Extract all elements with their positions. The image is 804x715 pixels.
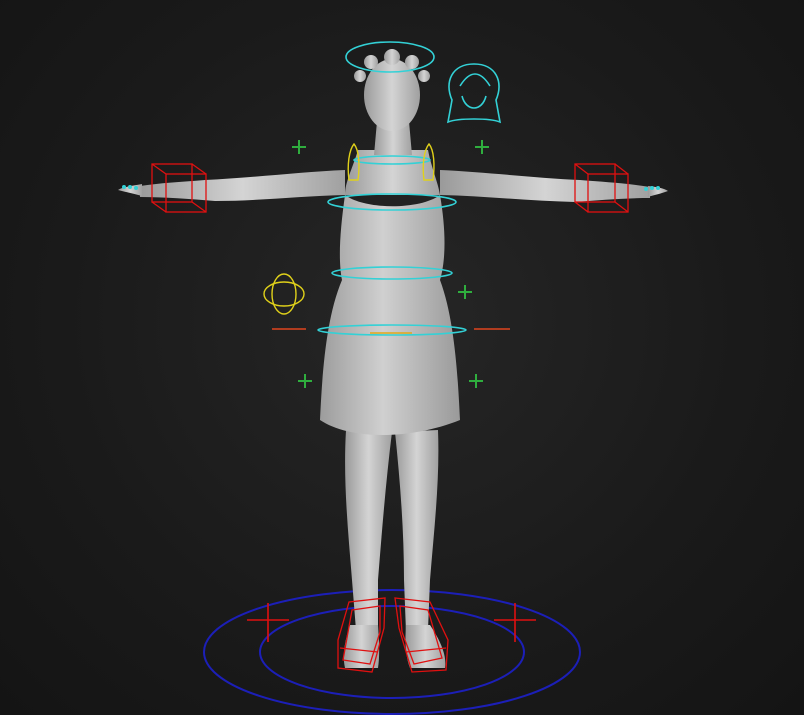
pivot-orb-icon[interactable] [263, 273, 305, 315]
root-circle-icon[interactable] [203, 589, 581, 715]
character-mesh[interactable] [118, 49, 668, 668]
3d-viewport[interactable] [0, 0, 804, 715]
rig-scene [118, 41, 668, 715]
face-control-icon[interactable] [446, 63, 502, 124]
